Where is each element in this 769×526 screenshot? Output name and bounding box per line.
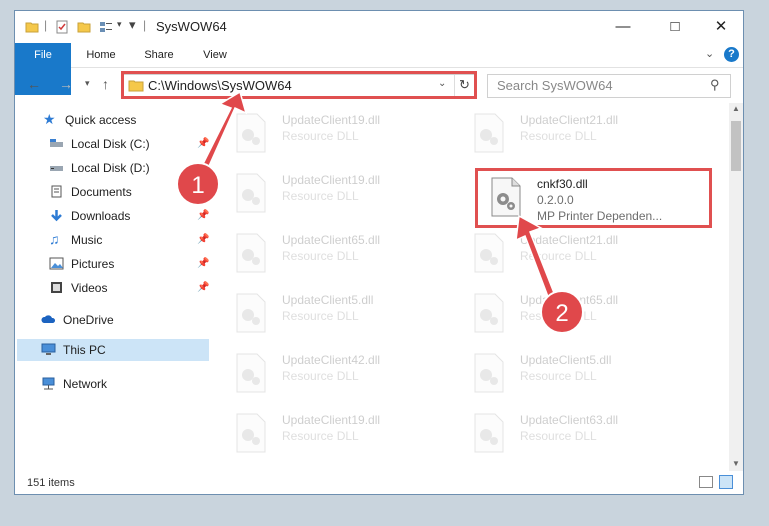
annotation-arrows	[197, 90, 557, 304]
step-badge-1: 1	[176, 162, 220, 206]
arrow-step-2	[515, 214, 557, 304]
step-badge-2: 2	[540, 290, 584, 334]
